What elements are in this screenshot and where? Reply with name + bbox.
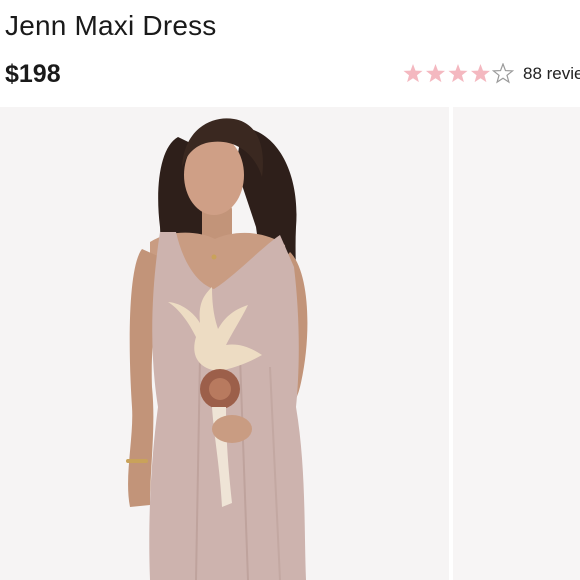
star-rating [403, 63, 515, 85]
product-image-gallery[interactable] [0, 107, 580, 580]
star-icon [448, 64, 468, 83]
product-price: $198 [5, 60, 61, 88]
next-product-photo[interactable] [453, 107, 580, 580]
model-in-dress-image [0, 107, 449, 580]
rating-summary[interactable]: 88 revie [403, 63, 580, 85]
star-icon [470, 64, 491, 83]
product-photo[interactable] [0, 107, 449, 580]
star-outline-icon [491, 63, 515, 84]
stars-graphic [403, 63, 515, 84]
star-icon [425, 64, 446, 83]
product-title: Jenn Maxi Dress [5, 10, 217, 41]
review-count-link[interactable]: 88 revie [523, 64, 580, 84]
star-icon [403, 64, 423, 83]
